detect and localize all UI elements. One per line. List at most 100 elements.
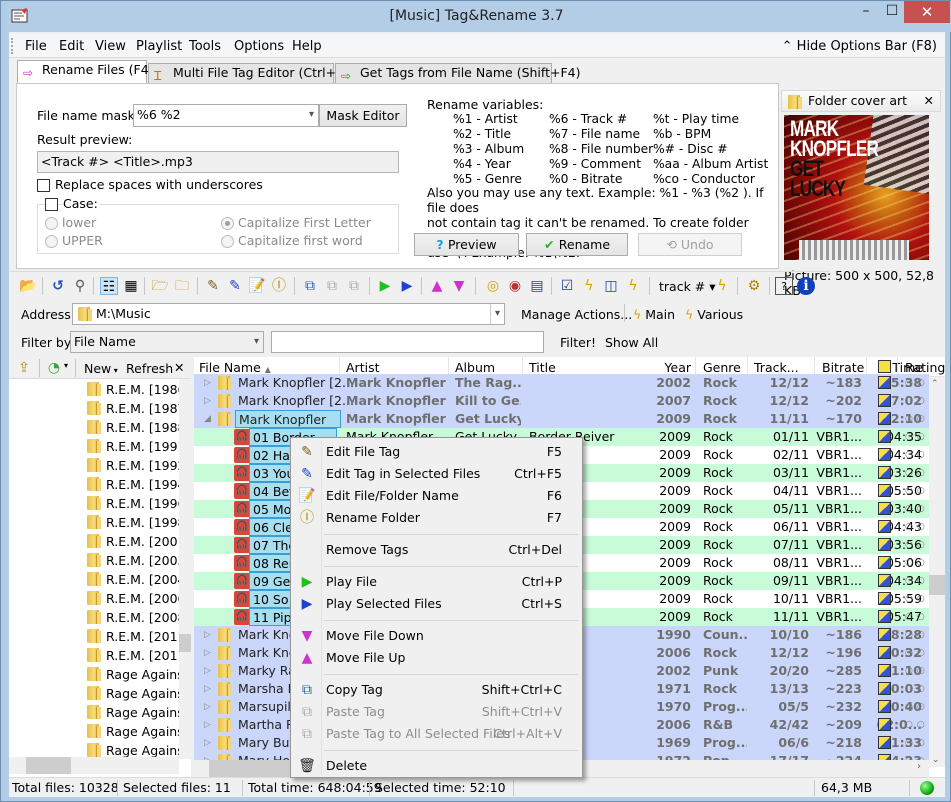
cd-icon[interactable]: ◎ [484, 277, 502, 295]
tree-item[interactable]: R.E.M. [1986 [84, 380, 179, 399]
rename-button[interactable]: ✔ Rename [526, 233, 628, 256]
column-cover-icon[interactable] [878, 360, 891, 373]
tree-item[interactable]: R.E.M. [1988 [84, 418, 179, 437]
numbering-icon[interactable]: ϟ [713, 277, 731, 295]
expand-icon[interactable]: ▷ [204, 662, 211, 680]
filter-text-input[interactable] [271, 331, 544, 353]
menu-item-edit-tag-in-selected-files[interactable]: ✎ Edit Tag in Selected Files Ctrl+F5 [293, 463, 580, 485]
table-view-icon[interactable]: ▦ [122, 277, 140, 295]
menu-item-play-file[interactable]: ▶ Play File Ctrl+P [293, 571, 580, 593]
search-icon[interactable]: ⚲ [71, 277, 89, 295]
new-dropdown-button[interactable]: New ▾ [84, 361, 118, 376]
expand-icon[interactable]: ▷ [204, 644, 211, 662]
menu-view[interactable]: View [95, 39, 126, 54]
radio-capitalize-first-letter[interactable] [221, 217, 234, 230]
tree-view-icon[interactable]: ☷ [100, 277, 118, 295]
tree-item[interactable]: Rage Agains [84, 684, 179, 703]
folder-open-icon[interactable]: 🗁 [151, 277, 169, 295]
settings-gear-icon[interactable]: ⚙ [745, 277, 763, 295]
tab-get-tags-from-file-name[interactable]: ⇨ Get Tags from File Name (Shift+F4) [335, 63, 580, 83]
expand-icon[interactable]: ▷ [204, 734, 211, 752]
column-genre[interactable]: Genre [703, 360, 741, 375]
expand-icon[interactable]: ▷ [204, 716, 211, 734]
move-up-icon[interactable]: ▲ [428, 277, 446, 295]
collapse-icon[interactable]: ◢ [204, 410, 211, 428]
column-rating[interactable]: Rating [905, 360, 945, 375]
up-folder-icon[interactable]: ⇪ [15, 359, 33, 377]
radio-lower[interactable] [45, 217, 58, 230]
tree-item[interactable]: R.E.M. [2008 [84, 608, 179, 627]
windows-icon[interactable]: ◫ [602, 277, 620, 295]
file-name-cell[interactable]: Mark Knopfler [2... [235, 410, 341, 445]
tree-item[interactable]: R.E.M. [1998 [84, 513, 179, 532]
filter-button[interactable]: Filter! [560, 335, 596, 350]
expand-icon[interactable]: ▷ [204, 392, 211, 410]
column-album[interactable]: Album [455, 360, 495, 375]
tree-item[interactable]: R.E.M. [1987 [84, 399, 179, 418]
menu-item-paste-tag[interactable]: ⧉ Paste Tag Shift+Ctrl+V [293, 701, 580, 723]
menu-item-play-selected-files[interactable]: ▶ Play Selected Files Ctrl+S [293, 593, 580, 615]
show-all-button[interactable]: Show All [605, 335, 658, 350]
grid-vscroll-thumb[interactable] [929, 575, 945, 595]
tree-item[interactable]: R.E.M. [1994 [84, 475, 179, 494]
edit-tag-icon[interactable]: ✎ [204, 277, 222, 295]
column-title[interactable]: Title [529, 360, 556, 375]
scroll-up-icon[interactable]: ⌃ [931, 379, 939, 389]
column-file-name[interactable]: File Name ▲ [199, 360, 271, 375]
menu-item-rename-folder[interactable]: Ⓘ Rename Folder F7 [293, 507, 580, 529]
expand-icon[interactable]: ▷ [204, 626, 211, 644]
edit-selected-tags-icon[interactable]: ✎ [226, 277, 244, 295]
folder-row[interactable]: ▷ Mark Knopfler [2... Mark Knopfler Kill to… [194, 392, 937, 410]
main-action-button[interactable]: ϟ Main [633, 307, 675, 322]
open-folder-icon[interactable]: 📂 [19, 277, 37, 295]
maximize-button[interactable]: ☐ [877, 1, 907, 23]
tree-item[interactable]: R.E.M. [2006 [84, 589, 179, 608]
favorites-icon[interactable]: ◔ [45, 359, 63, 377]
tree-hscrollbar[interactable] [9, 757, 179, 774]
download-web-icon[interactable]: ◉ [506, 277, 524, 295]
tree-item[interactable]: Rage Agains [84, 722, 179, 741]
edit-name-icon[interactable]: 📝 [248, 277, 266, 295]
folder-row[interactable]: ▷ Mark Knopfler [2... Mark Knopfler The Rag… [194, 374, 937, 392]
menu-item-copy-tag[interactable]: ⧉ Copy Tag Shift+Ctrl+C [293, 679, 580, 701]
column-year[interactable]: Year [641, 360, 691, 375]
folder-icon[interactable]: 🗀 [173, 277, 191, 295]
menu-edit[interactable]: Edit [59, 39, 84, 54]
tree-item[interactable]: R.E.M. [2011 [84, 646, 179, 665]
tree-item[interactable]: R.E.M. [2004 [84, 570, 179, 589]
expand-icon[interactable]: ▷ [204, 374, 211, 392]
menu-playlist[interactable]: Playlist [136, 39, 182, 54]
various-action-button[interactable]: ϟ Various [685, 307, 743, 322]
check-tag-icon[interactable]: ☑ [558, 277, 576, 295]
mask-editor-button[interactable]: Mask Editor [319, 104, 407, 127]
tree-item[interactable]: R.E.M. [2011 [84, 627, 179, 646]
filter-field-combo[interactable]: File Name ▾ [70, 331, 264, 353]
menu-item-move-file-down[interactable]: ▼ Move File Down [293, 625, 580, 647]
paste-tag-icon[interactable]: ⧉ [323, 277, 341, 295]
undo-button[interactable]: ⟲ Undo [638, 233, 742, 256]
folder-row[interactable]: ◢ Mark Knopfler [2... Mark Knopfler Get Luc… [194, 410, 937, 445]
menu-item-paste-tag-to-all-selected-files[interactable]: ⧉ Paste Tag to All Selected Files Ctrl+Alt… [293, 723, 580, 745]
tree-vscroll-thumb[interactable] [179, 634, 191, 652]
replace-spaces-checkbox[interactable] [37, 179, 50, 192]
menu-file[interactable]: File [25, 39, 47, 54]
address-combo[interactable]: M:\Music ▾ [72, 303, 505, 325]
action-lightning-icon[interactable]: ϟ [580, 277, 598, 295]
menu-help[interactable]: Help [292, 39, 322, 54]
close-cover-panel-icon[interactable]: ✕ [924, 91, 934, 111]
column-artist[interactable]: Artist [346, 360, 379, 375]
menu-item-edit-file-folder-name[interactable]: 📝 Edit File/Folder Name F6 [293, 485, 580, 507]
rename-folder-icon[interactable]: Ⓘ [270, 277, 288, 295]
tree-vscrollbar[interactable] [179, 379, 191, 759]
help-icon[interactable]: ? [775, 277, 793, 295]
file-name-cell[interactable]: Mark Knopfler [2... [238, 392, 354, 410]
scroll-right-icon[interactable]: › [917, 761, 921, 772]
info-icon[interactable]: i [797, 277, 815, 295]
move-down-icon[interactable]: ▼ [450, 277, 468, 295]
hide-options-bar-button[interactable]: ⌃ Hide Options Bar (F8) [782, 39, 937, 54]
paste-all-icon[interactable]: ⧉ [345, 277, 363, 295]
track-sort-dropdown[interactable]: track # ▾ [659, 279, 716, 294]
tab-multi-file-tag-editor[interactable]: Ꮖ Multi File Tag Editor (Ctrl+F4) [148, 63, 356, 83]
expand-icon[interactable]: ▷ [204, 680, 211, 698]
menu-item-remove-tags[interactable]: Remove Tags Ctrl+Del [293, 539, 580, 561]
